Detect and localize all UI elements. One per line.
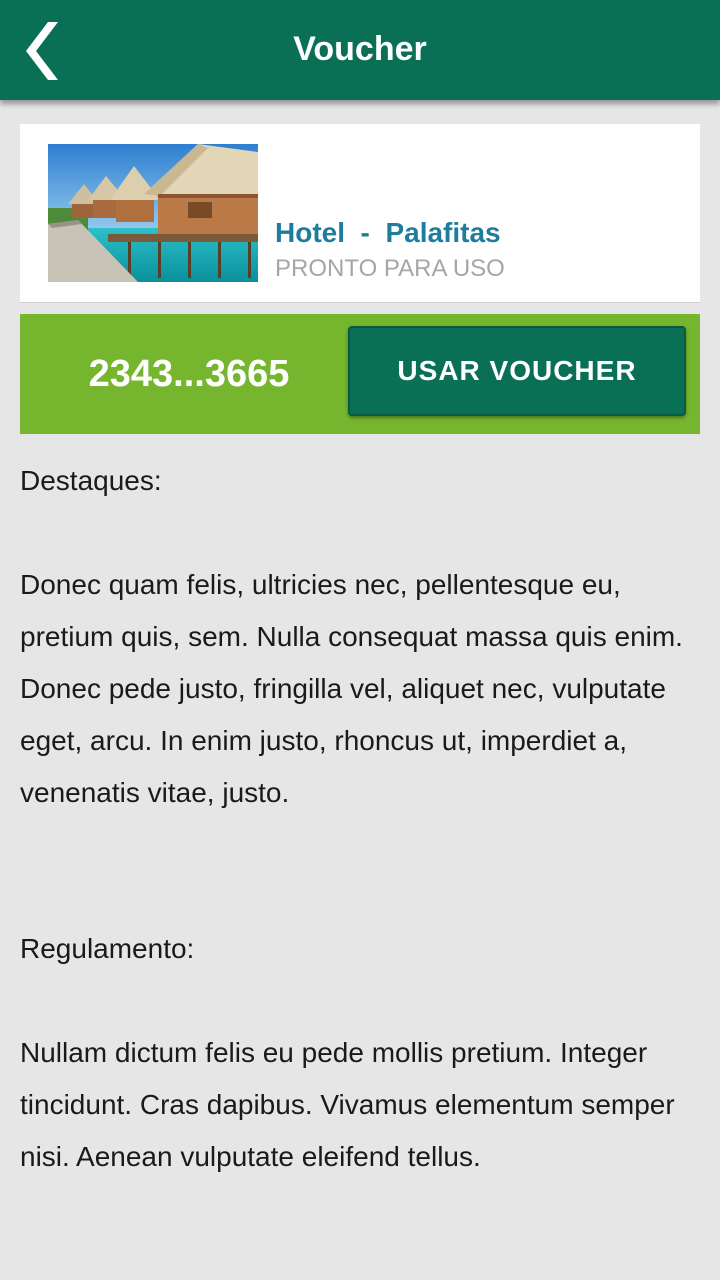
highlights-heading: Destaques: — [20, 465, 162, 496]
top-app-bar: Voucher — [0, 0, 720, 100]
use-voucher-button[interactable]: USAR VOUCHER — [348, 326, 686, 416]
voucher-code: 2343...3665 — [88, 353, 290, 395]
status-label: PRONTO PARA USO — [275, 255, 505, 282]
voucher-code-bar: 2343...3665 USAR VOUCHER — [20, 314, 700, 434]
page-title: Voucher — [293, 30, 427, 68]
hotel-thumbnail — [48, 144, 258, 282]
rules-heading: Regulamento: — [20, 933, 195, 964]
offer-card[interactable]: Hotel - Palafitas PRONTO PARA USO — [20, 124, 700, 303]
highlights-body: Donec quam felis, ultricies nec, pellent… — [20, 569, 683, 808]
rules-body: Nullam dictum felis eu pede mollis preti… — [20, 1037, 675, 1172]
hotel-name: Hotel - Palafitas — [275, 217, 501, 248]
